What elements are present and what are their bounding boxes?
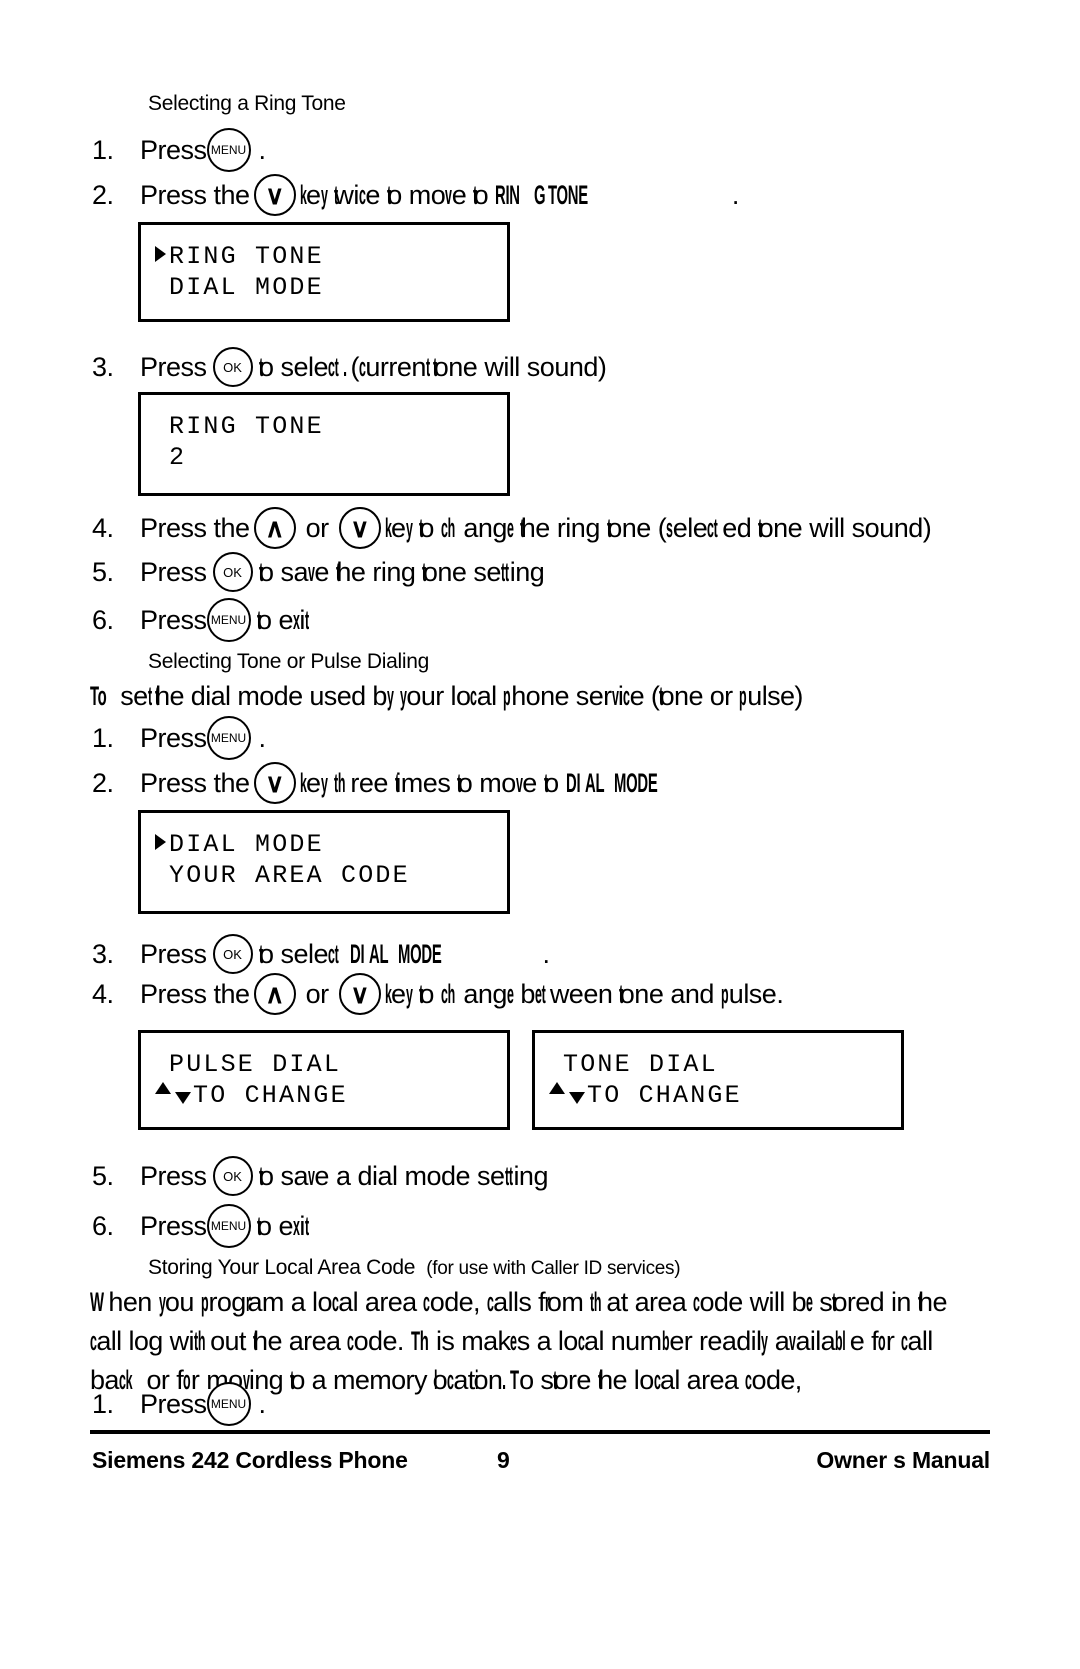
step-ring-1: 1. Press MENU .	[92, 128, 266, 172]
step-number: 1.	[92, 1388, 114, 1419]
footer-manual-label: Owner s Manual	[816, 1447, 990, 1473]
step-text: Press	[140, 604, 207, 635]
section-heading-area-code-note: (for use with Caller ID services)	[426, 1258, 681, 1279]
ok-key-icon[interactable]: OK	[212, 1156, 253, 1196]
up-triangle-icon	[155, 1082, 171, 1095]
step-area-1: 1. Press MENU .	[92, 1382, 266, 1426]
section-heading-area-code-label: Storing Your Local Area Code	[148, 1256, 416, 1279]
step-number: 5.	[92, 1160, 114, 1191]
lcd-screen-tone-dial: TONE DIAL TO CHANGE	[532, 1030, 904, 1130]
step-text: Press the	[140, 767, 250, 798]
step-number: 3.	[92, 938, 114, 969]
down-arrow-key-icon[interactable]: ∨	[338, 507, 381, 549]
lcd-line-2: YOUR AREA CODE	[169, 861, 410, 891]
lcd-screen-ring-tone-menu: RING TONE DIAL MODE	[138, 222, 510, 322]
step-dial-2: 2. Press the ∨ key th ree times to move t…	[92, 762, 686, 804]
menu-key-icon[interactable]: MENU	[206, 716, 251, 760]
down-arrow-key-icon[interactable]: ∨	[338, 973, 381, 1015]
step-text: Press the	[140, 512, 250, 543]
step-text-mid: or	[305, 978, 330, 1009]
manual-page: Selecting a Ring Tone 1. Press MENU . 2.…	[0, 0, 1080, 1669]
section-heading-dial-mode: Selecting Tone or Pulse Dialing	[148, 650, 429, 673]
step-ring-4: 4. Press the ∧ or ∨ key to ch ange the ri…	[92, 507, 932, 549]
step-text-period: .	[731, 179, 740, 210]
lcd-line-2: DIAL MODE	[169, 273, 324, 303]
up-arrow-key-icon[interactable]: ∧	[253, 973, 296, 1015]
step-text: Press	[140, 722, 207, 753]
step-text-period: .	[542, 938, 551, 969]
lcd-line-1: PULSE DIAL	[169, 1050, 342, 1079]
up-triangle-icon	[549, 1082, 565, 1095]
lcd-line-2: TO CHANGE	[155, 1080, 507, 1111]
step-number: 6.	[92, 604, 114, 635]
step-text-mid: or	[305, 512, 330, 543]
down-arrow-key-icon[interactable]: ∨	[253, 174, 296, 216]
step-text: Press	[140, 351, 207, 382]
lcd-screen-ring-tone-value: RING TONE 2	[138, 392, 510, 496]
step-number: 5.	[92, 556, 114, 587]
step-text: Press	[140, 1388, 207, 1419]
step-number: 4.	[92, 978, 114, 1009]
footer-divider	[90, 1430, 990, 1434]
step-dial-5: 5. Press OK to save a dial mode setting	[92, 1156, 548, 1196]
step-text: Press the	[140, 179, 250, 210]
lcd-line-1: RING TONE	[169, 412, 324, 441]
menu-key-icon[interactable]: MENU	[206, 128, 251, 172]
step-dial-3: 3. Press OK to select DI AL MODE .	[92, 934, 550, 974]
menu-key-icon[interactable]: MENU	[206, 1204, 251, 1248]
footer-page-number: 9	[497, 1447, 510, 1473]
lcd-screen-pulse-dial: PULSE DIAL TO CHANGE	[138, 1030, 510, 1130]
down-triangle-icon	[569, 1092, 585, 1105]
down-triangle-icon	[175, 1092, 191, 1105]
menu-key-icon[interactable]: MENU	[206, 1382, 251, 1426]
down-arrow-key-icon[interactable]: ∨	[253, 762, 296, 804]
step-ring-6: 6. Press MENU to exit	[92, 598, 309, 642]
step-text: Press	[140, 1160, 207, 1191]
step-ring-2: 2. Press the ∨ key twice to move to RIN G…	[92, 174, 739, 216]
step-number: 1.	[92, 722, 114, 753]
step-number: 2.	[92, 179, 114, 210]
section-heading-area-code: Storing Your Local Area Code (for use wi…	[148, 1256, 681, 1280]
selection-marker-icon	[155, 246, 166, 263]
ok-key-icon[interactable]: OK	[212, 934, 253, 974]
step-text-end: .	[258, 134, 267, 165]
step-number: 2.	[92, 767, 114, 798]
step-number: 6.	[92, 1210, 114, 1241]
ok-key-icon[interactable]: OK	[212, 552, 253, 592]
lcd-line-1: TONE DIAL	[563, 1050, 718, 1079]
section-intro-dial-mode: To set the dial mode used by your local …	[90, 681, 803, 711]
section-heading-ring-tone: Selecting a Ring Tone	[148, 92, 346, 115]
step-dial-1: 1. Press MENU .	[92, 716, 266, 760]
step-number: 1.	[92, 134, 114, 165]
step-text-end: .	[258, 722, 267, 753]
step-text: Press	[140, 1210, 207, 1241]
ok-key-icon[interactable]: OK	[212, 347, 253, 387]
step-dial-6: 6. Press MENU to exit	[92, 1204, 309, 1248]
lcd-line-1: DIAL MODE	[155, 829, 507, 860]
up-arrow-key-icon[interactable]: ∧	[253, 507, 296, 549]
step-ring-5: 5. Press OK to save the ring tone settin…	[92, 552, 545, 592]
step-text: Press	[140, 556, 207, 587]
step-text: Press the	[140, 978, 250, 1009]
lcd-screen-dial-mode-menu: DIAL MODE YOUR AREA CODE	[138, 810, 510, 914]
step-dial-4: 4. Press the ∧ or ∨ key to ch ange bet wee…	[92, 973, 784, 1015]
step-number: 3.	[92, 351, 114, 382]
step-text: Press	[140, 938, 207, 969]
step-number: 4.	[92, 512, 114, 543]
selection-marker-icon	[155, 834, 166, 851]
lcd-line-2: TO CHANGE	[549, 1080, 901, 1111]
step-text: Press	[140, 134, 207, 165]
step-ring-3: 3. Press OK to select. (current tone wil…	[92, 347, 607, 387]
lcd-line-2: 2	[169, 443, 187, 473]
menu-key-icon[interactable]: MENU	[206, 598, 251, 642]
step-text-end: .	[258, 1388, 267, 1419]
footer-product-name: Siemens 242 Cordless Phone	[92, 1447, 408, 1473]
lcd-line-1: RING TONE	[155, 241, 507, 272]
